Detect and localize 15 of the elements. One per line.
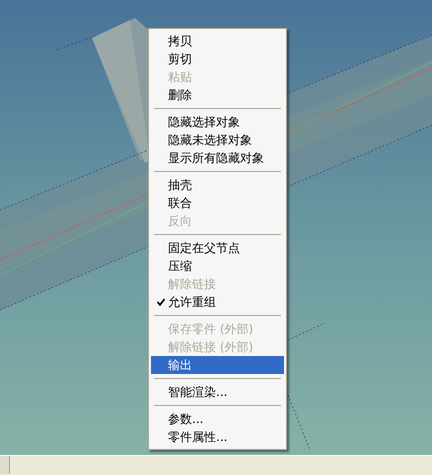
menu-item[interactable]: 剪切 (151, 50, 284, 68)
menu-item[interactable]: 参数... (151, 410, 284, 428)
menu-item[interactable]: 删除 (151, 86, 284, 104)
menu-item[interactable]: 零件属性... (151, 428, 284, 446)
menu-item[interactable]: 抽壳 (151, 176, 284, 194)
menu-item[interactable]: 拷贝 (151, 32, 284, 50)
menu-item[interactable]: 隐藏选择对象 (151, 113, 284, 131)
menu-item[interactable]: 允许重组 (151, 293, 284, 311)
menu-item[interactable]: 隐藏未选择对象 (151, 131, 284, 149)
menu-item[interactable]: 显示所有隐藏对象 (151, 149, 284, 167)
menu-item[interactable]: 联合 (151, 194, 284, 212)
menu-item[interactable]: 固定在父节点 (151, 239, 284, 257)
menu-item[interactable]: 智能渲染... (151, 383, 284, 401)
menu-item[interactable]: 输出 (151, 356, 284, 374)
menu-item[interactable]: 压缩 (151, 257, 284, 275)
